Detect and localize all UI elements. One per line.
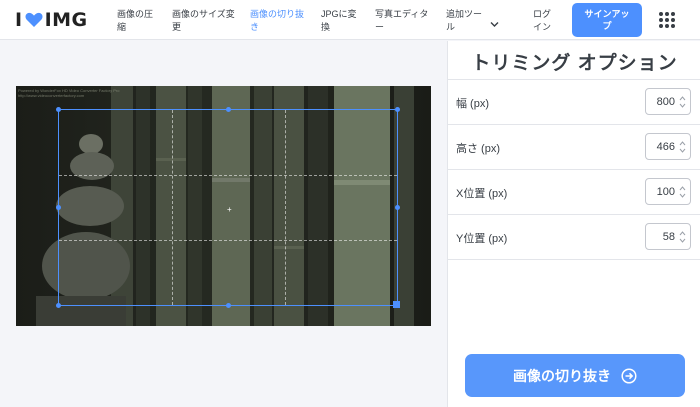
login-link[interactable]: ログ イン (528, 8, 556, 34)
height-value: 466 (656, 141, 675, 153)
y-position-value: 58 (662, 231, 675, 243)
signup-label: サインアッ (584, 9, 630, 19)
nav-resize-image[interactable]: 画像のサイズ変 更 (172, 8, 235, 34)
top-header: I IMG 画像の圧 縮 画像のサイズ変 更 画像の切り抜 き JPGに変 換 … (0, 0, 700, 40)
grid-line-horizontal (59, 175, 397, 176)
nav-photo-editor[interactable]: 写真エディタ ー (375, 8, 428, 34)
panel-title: トリミング オプション (471, 53, 678, 74)
resize-handle-bottom-left[interactable] (56, 303, 61, 308)
watermark-text: Powered by WonderFox HD Video Converter … (18, 88, 119, 98)
arrow-right-circle-icon (621, 367, 637, 384)
x-position-label: X位置 (px) (456, 188, 508, 200)
resize-handle-top-right[interactable] (395, 107, 400, 112)
crop-button-label: 画像の切り抜き (513, 367, 611, 384)
width-value: 800 (656, 96, 675, 108)
resize-handle-bottom-right[interactable] (393, 301, 400, 308)
crop-options-panel: トリミング オプション 幅 (px) 800 高さ (px) 466 X位置 (… (447, 41, 700, 407)
x-position-row: X位置 (px) 100 (448, 170, 700, 215)
height-row: 高さ (px) 466 (448, 125, 700, 170)
nav-label: 画像の圧 (117, 9, 154, 19)
width-row: 幅 (px) 800 (448, 80, 700, 125)
nav-compress-image[interactable]: 画像の圧 縮 (117, 8, 153, 34)
grid-dots-icon[interactable] (659, 12, 676, 29)
grid-line-vertical (172, 110, 173, 305)
height-input[interactable]: 466 (645, 133, 691, 160)
height-label: 高さ (px) (456, 143, 500, 155)
nav-label: 換 (321, 22, 331, 32)
logo-text-right: IMG (44, 9, 88, 31)
x-position-value: 100 (656, 186, 675, 198)
nav-label: 縮 (117, 22, 127, 32)
up-down-arrows-icon[interactable] (679, 94, 686, 110)
x-position-input[interactable]: 100 (645, 178, 691, 205)
chevron-down-icon[interactable] (490, 15, 499, 33)
width-input[interactable]: 800 (645, 88, 691, 115)
resize-handle-top[interactable] (226, 107, 231, 112)
nav-label: 更 (172, 22, 182, 32)
crop-image-button[interactable]: 画像の切り抜き (465, 354, 685, 397)
resize-handle-bottom[interactable] (226, 303, 231, 308)
y-position-label: Y位置 (px) (456, 233, 508, 245)
signup-button[interactable]: サインアッ プ (572, 3, 642, 37)
login-label: イン (532, 22, 551, 32)
crop-selection-box[interactable]: + (56, 107, 400, 308)
nav-label: 画像の切り抜 (250, 9, 305, 19)
width-label: 幅 (px) (456, 98, 489, 110)
nav-label: ル (446, 22, 456, 32)
resize-handle-right[interactable] (395, 205, 400, 210)
grid-line-vertical (285, 110, 286, 305)
nav-more-tools[interactable]: 追加ツー ル (446, 8, 482, 34)
login-label: ログ (532, 9, 551, 19)
nav-label: 写真エディタ (375, 9, 429, 19)
resize-handle-left[interactable] (56, 205, 61, 210)
y-position-input[interactable]: 58 (645, 223, 691, 250)
up-down-arrows-icon[interactable] (679, 229, 686, 245)
nav-convert-to-jpg[interactable]: JPGに変 換 (321, 8, 357, 34)
signup-label: プ (602, 21, 612, 31)
up-down-arrows-icon[interactable] (679, 139, 686, 155)
logo-text-left: I (15, 9, 23, 31)
up-down-arrows-icon[interactable] (679, 184, 686, 200)
nav-label: JPGに変 (321, 9, 357, 19)
heart-icon (25, 12, 43, 28)
nav-label: 画像のサイズ変 (172, 9, 235, 19)
crosshair-icon: + (227, 205, 232, 214)
nav-label: 追加ツー (446, 9, 483, 19)
watermark-line: http://www.videoconverterfactory.com (18, 93, 85, 98)
ilovimg-logo[interactable]: I IMG (15, 9, 88, 31)
y-position-row: Y位置 (px) 58 (448, 215, 700, 260)
resize-handle-top-left[interactable] (56, 107, 61, 112)
nav-label: き (250, 22, 260, 32)
nav-crop-image[interactable]: 画像の切り抜 き (250, 8, 304, 34)
grid-line-horizontal (59, 240, 397, 241)
nav-label: ー (375, 22, 385, 32)
